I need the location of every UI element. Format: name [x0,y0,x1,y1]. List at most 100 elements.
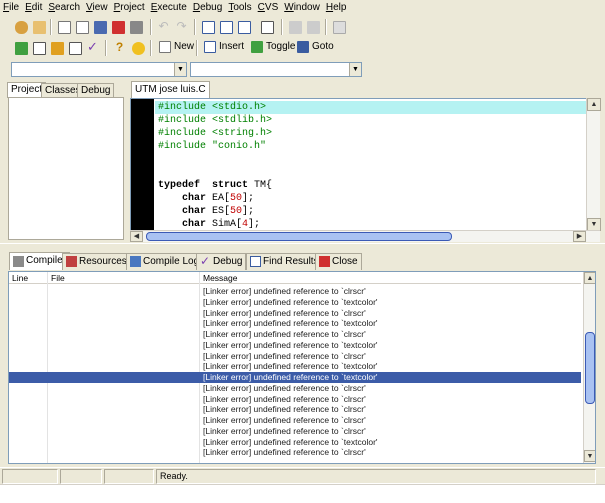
rebuild-button[interactable] [66,39,83,56]
remove-from-project-button[interactable] [304,18,321,35]
print-button[interactable] [127,18,144,35]
menu-item-cvs[interactable]: CVS [255,0,282,15]
message-row[interactable]: [Linker error] undefined reference to `c… [9,308,581,319]
message-row[interactable]: [Linker error] undefined reference to `c… [9,404,581,415]
vertical-scroll-thumb[interactable] [585,332,595,404]
close-panel-button[interactable]: Close [315,253,362,270]
menu-item-window[interactable]: Window [281,0,323,15]
messages-vertical-scrollbar[interactable]: ▲ ▼ [583,272,595,463]
member-combo[interactable]: ▼ [190,62,362,77]
insert-button[interactable]: Insert [203,39,244,57]
editor-horizontal-scrollbar[interactable]: ◀ ▶ [130,230,600,242]
code-line[interactable]: #include <string.h> [158,127,272,140]
scroll-down-icon[interactable]: ▼ [584,450,595,462]
compile-button[interactable] [12,39,29,56]
find-next-icon [238,21,251,34]
tab-resources[interactable]: Resources [62,253,131,270]
goto-bookmark-button[interactable]: Goto [296,39,334,57]
rebuild-icon [69,42,82,55]
col-file-header[interactable]: File [51,272,65,284]
message-row[interactable]: [Linker error] undefined reference to `t… [9,297,581,308]
run-button[interactable] [30,39,47,56]
horizontal-scroll-thumb[interactable] [146,232,452,241]
close-file-icon [112,21,125,34]
save-button[interactable] [73,18,90,35]
scroll-left-icon[interactable]: ◀ [130,231,143,242]
new-file-button[interactable] [55,18,72,35]
message-row[interactable]: [Linker error] undefined reference to `c… [9,426,581,437]
editor-vertical-scrollbar[interactable]: ▲ ▼ [586,98,601,231]
find-button[interactable] [199,18,216,35]
new-class-button[interactable]: New [158,39,194,57]
splitter[interactable] [0,243,605,249]
message-row[interactable]: [Linker error] undefined reference to `c… [9,383,581,394]
menu-item-debug[interactable]: Debug [190,0,225,15]
message-row[interactable]: [Linker error] undefined reference to `c… [9,415,581,426]
code-line[interactable]: typedef struct TM{ [158,179,272,192]
code-editor[interactable]: #include <stdio.h> #include <stdlib.h> #in… [130,98,588,231]
menu-item-project[interactable]: Project [111,0,148,15]
menu-item-file[interactable]: File [0,0,22,15]
scroll-up-icon[interactable]: ▲ [587,98,601,111]
tab-debug[interactable]: Debug [77,83,115,98]
message-row[interactable]: [Linker error] undefined reference to `c… [9,447,581,458]
add-to-project-button[interactable] [286,18,303,35]
replace-button[interactable] [217,18,234,35]
code-line[interactable]: #include <stdio.h> [155,101,587,114]
status-panel-lines [104,469,154,484]
message-row[interactable]: [Linker error] undefined reference to `t… [9,361,581,372]
project-tree[interactable] [8,97,124,240]
col-message-header[interactable]: Message [203,272,238,284]
menu-item-help[interactable]: Help [323,0,350,15]
toggle-bookmark-button[interactable]: Toggle [250,39,295,57]
tab-find-results[interactable]: Find Results [246,253,323,270]
redo-button[interactable]: ↷ [173,18,190,35]
help-button[interactable]: ? [111,39,128,56]
compiler-messages[interactable]: Line File Message [Linker error] undefin… [8,271,596,464]
undo-button[interactable]: ↶ [155,18,172,35]
scroll-up-icon[interactable]: ▲ [584,272,595,284]
add-icon [289,21,302,34]
message-row[interactable]: [Linker error] undefined reference to `c… [9,394,581,405]
page-icon [58,21,71,34]
message-row[interactable]: [Linker error] undefined reference to `t… [9,318,581,329]
code-line[interactable]: #include "conio.h" [158,140,266,153]
tab-compiler[interactable]: Compiler [9,252,71,270]
save-all-icon [94,21,107,34]
tab-resources-label: Resources [79,256,127,267]
menu-item-execute[interactable]: Execute [148,0,190,15]
menu-item-tools[interactable]: Tools [225,0,254,15]
open-project-button[interactable] [12,18,29,35]
message-row[interactable]: [Linker error] undefined reference to `c… [9,351,581,362]
code-line[interactable]: char ES[50]; [158,205,254,218]
check-syntax-button[interactable]: ✓ [84,39,101,56]
bottom-tabs: Compiler Resources Compile Log ✓ Debug Fi… [0,250,605,270]
tab-debug-bottom[interactable]: ✓ Debug [196,253,247,270]
menu-item-edit[interactable]: Edit [22,0,45,15]
menu-item-view[interactable]: View [83,0,111,15]
message-row[interactable]: [Linker error] undefined reference to `t… [9,372,581,383]
class-combo[interactable]: ▼ [11,62,187,77]
about-button[interactable] [129,39,146,56]
find-next-button[interactable] [235,18,252,35]
message-row[interactable]: [Linker error] undefined reference to `c… [9,286,581,297]
compile-run-button[interactable] [48,39,65,56]
chevron-down-icon[interactable]: ▼ [174,63,186,76]
open-file-button[interactable] [30,18,47,35]
save-all-button[interactable] [91,18,108,35]
chevron-down-icon[interactable]: ▼ [349,63,361,76]
editor-tab[interactable]: UTM jose luis.C [131,81,210,98]
col-line-header[interactable]: Line [12,272,28,284]
scroll-right-icon[interactable]: ▶ [573,231,586,242]
message-row[interactable]: [Linker error] undefined reference to `c… [9,329,581,340]
tab-compile-log[interactable]: Compile Log [126,253,204,270]
menu-item-search[interactable]: Search [45,0,83,15]
message-row[interactable]: [Linker error] undefined reference to `t… [9,340,581,351]
code-line[interactable]: char EA[50]; [158,192,254,205]
code-line[interactable]: #include <stdlib.h> [158,114,272,127]
project-options-button[interactable] [330,18,347,35]
message-row[interactable]: [Linker error] undefined reference to `t… [9,437,581,448]
smiley-icon [132,42,145,55]
goto-line-button[interactable] [258,18,275,35]
close-file-button[interactable] [109,18,126,35]
